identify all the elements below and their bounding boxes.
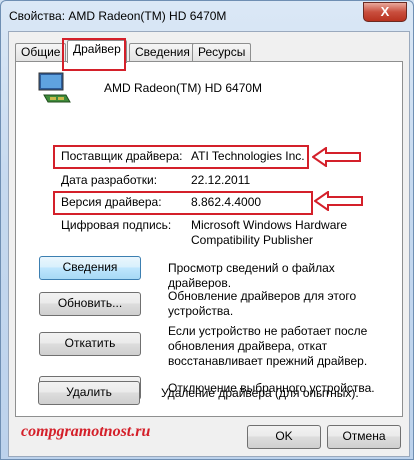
version-value: 8.862.4.4000 [191,195,262,209]
rollback-driver-button[interactable]: Откатить [39,332,141,356]
date-value: 22.12.2011 [191,173,251,187]
properties-dialog: Свойства: AMD Radeon(TM) HD 6470M X Общи… [0,0,414,460]
date-label: Дата разработки: [61,173,158,187]
arrow-left-icon [312,147,361,167]
uninstall-description: Удаление драйвера (для опытных). [161,386,359,400]
vendor-label: Поставщик драйвера: [61,149,183,163]
tab-resources[interactable]: Ресурсы [192,43,252,61]
watermark: compgramotnost.ru [21,423,151,440]
close-button[interactable]: X [363,2,407,22]
vendor-value: ATI Technologies Inc. [191,149,305,163]
signer-label: Цифровая подпись: [61,218,172,232]
window-title: Свойства: AMD Radeon(TM) HD 6470M [9,9,227,23]
title-bar[interactable]: Свойства: AMD Radeon(TM) HD 6470M X [1,1,413,31]
details-button[interactable]: Сведения [39,256,141,280]
tab-details[interactable]: Сведения [129,43,196,61]
details-description: Просмотр сведений о файлах драйверов. [168,261,335,290]
display-adapter-icon [38,72,71,103]
cancel-button[interactable]: Отмена [327,425,401,449]
device-name: AMD Radeon(TM) HD 6470M [104,81,263,95]
update-description: Обновление драйверов для этого устройств… [168,289,357,318]
signer-value: Microsoft Windows Hardware Compatibility… [191,218,348,247]
uninstall-driver-button[interactable]: Удалить [38,381,140,405]
tab-highlight-box [62,38,126,71]
arrow-left-icon [314,191,363,211]
driver-tab-page: AMD Radeon(TM) HD 6470M Поставщик драйве… [15,61,403,417]
version-label: Версия драйвера: [61,195,162,209]
ok-button[interactable]: OK [247,425,321,449]
tab-general[interactable]: Общие [15,43,67,61]
update-driver-button[interactable]: Обновить... [39,292,141,316]
rollback-description: Если устройство не работает после обновл… [168,324,368,368]
